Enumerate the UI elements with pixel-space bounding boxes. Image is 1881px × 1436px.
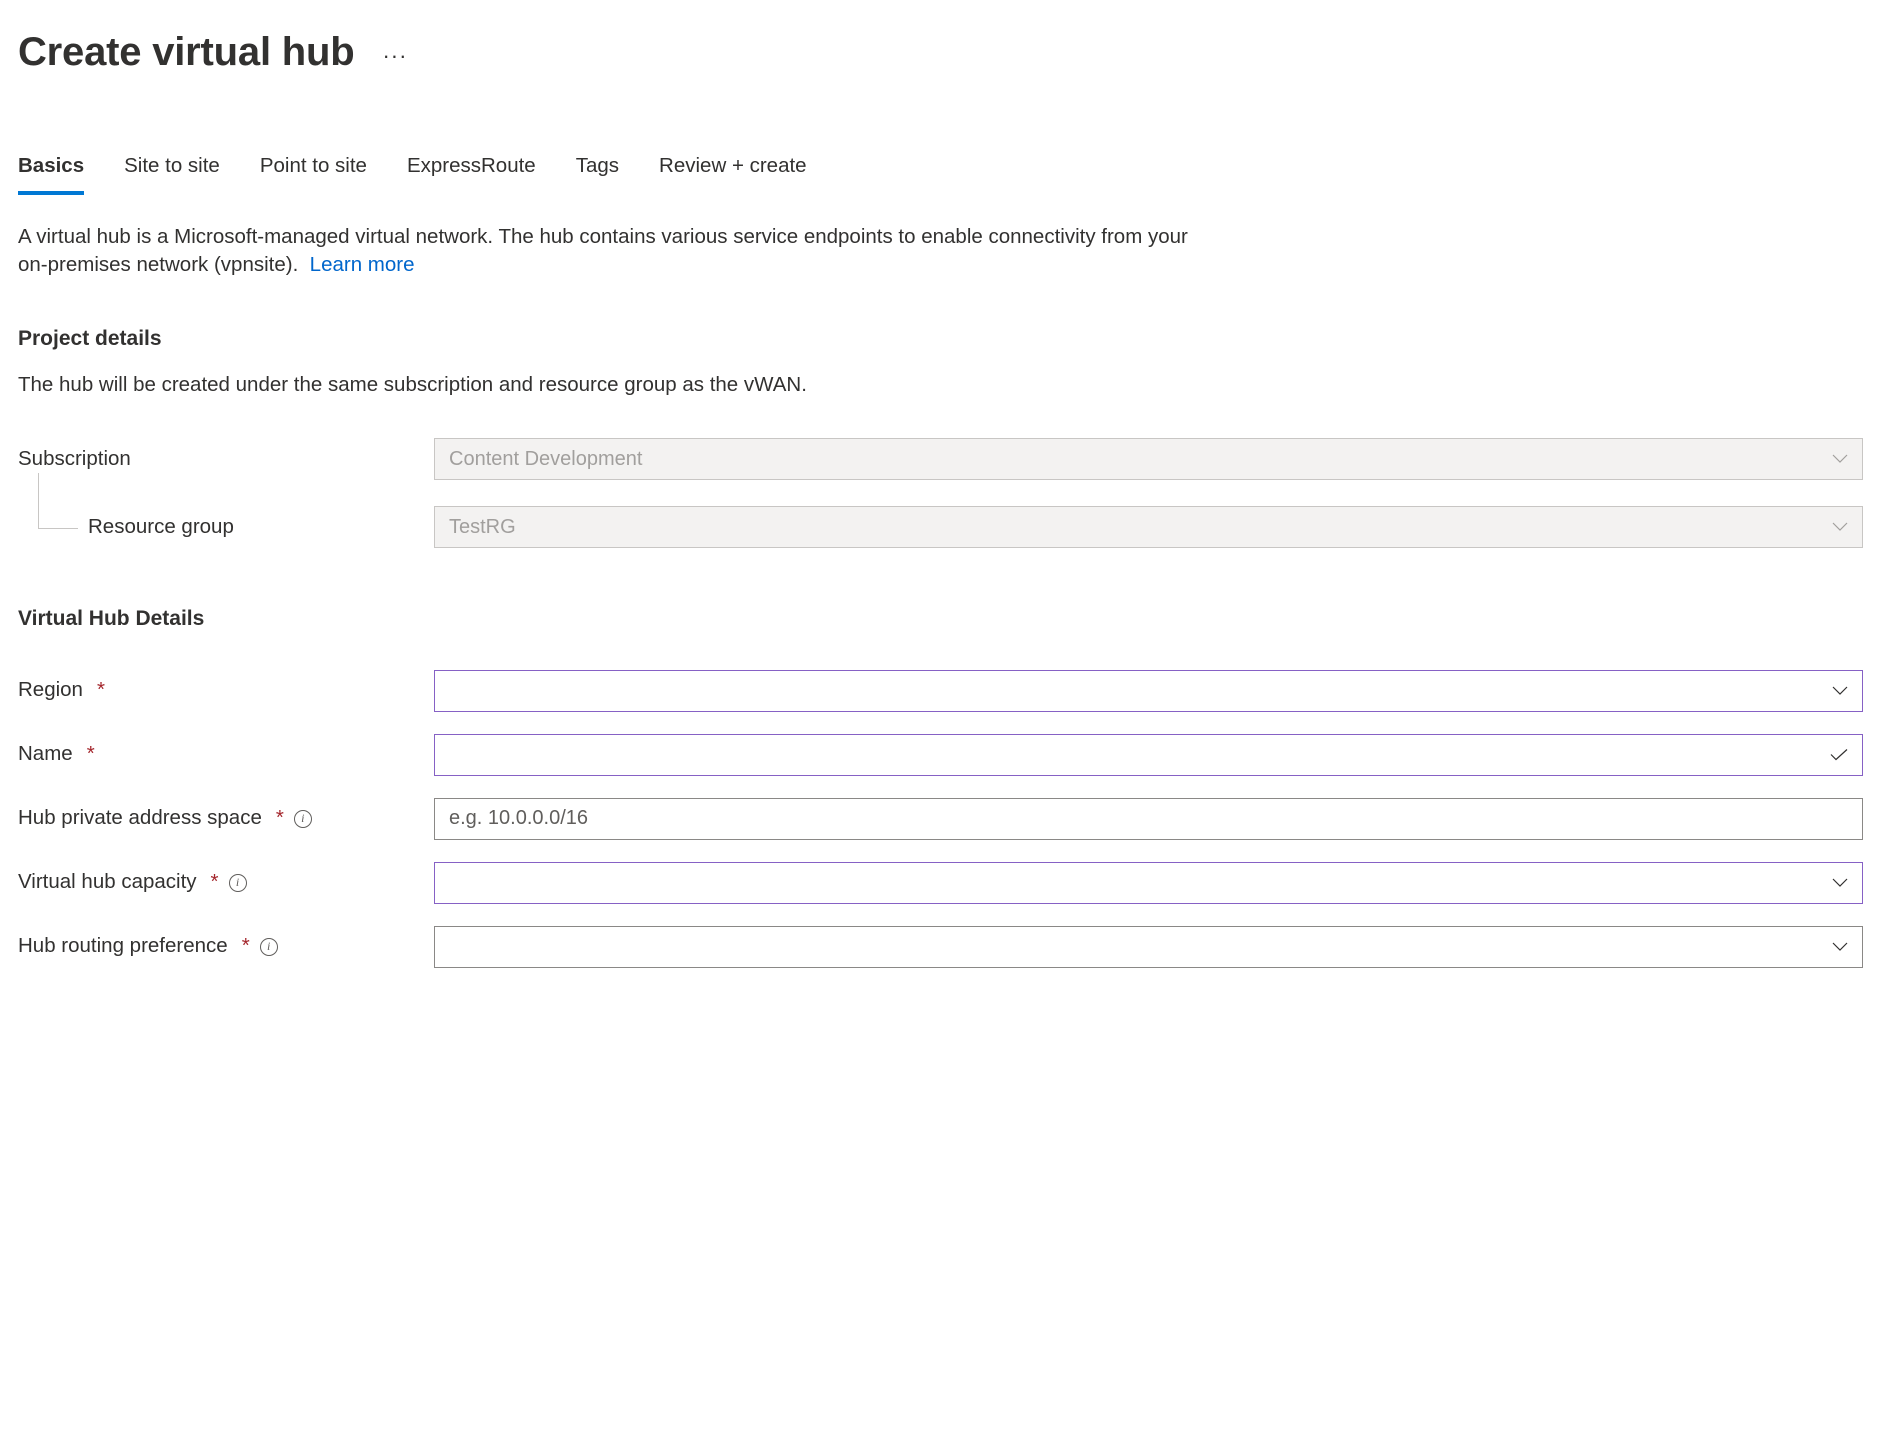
learn-more-link[interactable]: Learn more: [310, 253, 415, 276]
info-icon[interactable]: i: [294, 810, 312, 828]
address-space-input[interactable]: [449, 807, 1848, 830]
vhub-details-heading: Virtual Hub Details: [18, 604, 1863, 633]
tree-connector-icon: [38, 473, 78, 529]
chevron-down-icon: [1832, 942, 1848, 952]
resource-group-label: Resource group: [88, 513, 234, 542]
chevron-down-icon: [1832, 454, 1848, 464]
tab-point-to-site[interactable]: Point to site: [260, 152, 367, 195]
address-space-label: Hub private address space: [18, 804, 262, 833]
required-indicator: *: [242, 932, 250, 961]
chevron-down-icon: [1832, 522, 1848, 532]
name-label: Name: [18, 740, 73, 769]
subscription-label: Subscription: [18, 445, 131, 474]
page-title: Create virtual hub: [18, 24, 354, 80]
project-details-heading: Project details: [18, 324, 1863, 353]
tab-site-to-site[interactable]: Site to site: [124, 152, 220, 195]
resource-group-dropdown: TestRG: [434, 506, 1863, 548]
info-icon[interactable]: i: [229, 874, 247, 892]
checkmark-icon: [1830, 748, 1848, 761]
tab-tags[interactable]: Tags: [576, 152, 619, 195]
required-indicator: *: [276, 804, 284, 833]
capacity-dropdown[interactable]: [434, 862, 1863, 904]
required-indicator: *: [87, 740, 95, 769]
tab-review-create[interactable]: Review + create: [659, 152, 807, 195]
tab-bar: Basics Site to site Point to site Expres…: [18, 152, 1863, 195]
subscription-dropdown: Content Development: [434, 438, 1863, 480]
required-indicator: *: [97, 676, 105, 705]
required-indicator: *: [211, 868, 219, 897]
project-details-subtext: The hub will be created under the same s…: [18, 371, 1863, 400]
tab-basics[interactable]: Basics: [18, 152, 84, 195]
name-input[interactable]: [449, 743, 1848, 766]
routing-pref-label: Hub routing preference: [18, 932, 228, 961]
capacity-label: Virtual hub capacity: [18, 868, 197, 897]
region-label: Region: [18, 676, 83, 705]
info-icon[interactable]: i: [260, 938, 278, 956]
more-actions-button[interactable]: ···: [382, 33, 407, 72]
chevron-down-icon: [1832, 878, 1848, 888]
name-field[interactable]: [434, 734, 1863, 776]
tab-expressroute[interactable]: ExpressRoute: [407, 152, 536, 195]
tab-description: A virtual hub is a Microsoft-managed vir…: [18, 223, 1218, 280]
chevron-down-icon: [1832, 686, 1848, 696]
routing-pref-dropdown[interactable]: [434, 926, 1863, 968]
address-space-field[interactable]: [434, 798, 1863, 840]
region-dropdown[interactable]: [434, 670, 1863, 712]
